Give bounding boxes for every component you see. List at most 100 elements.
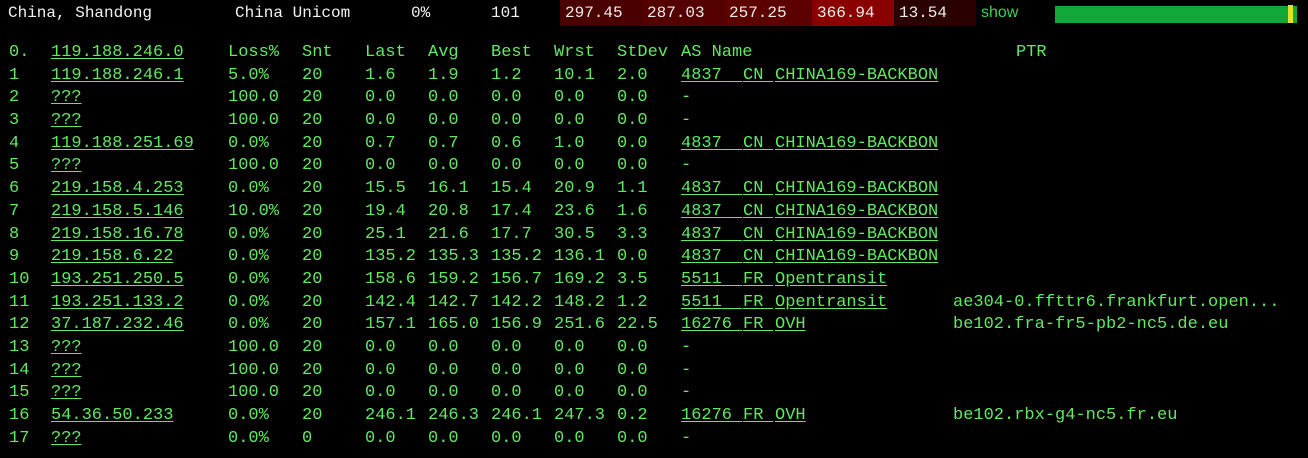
cell-asname[interactable]: CHINA169-BACKBON [775, 246, 938, 269]
cell-host[interactable]: ??? [51, 382, 82, 405]
cell-loss: 0.0% [228, 179, 269, 199]
cell-asname[interactable]: CHINA169-BACKBON [775, 178, 938, 201]
cell-loss: 0.0% [228, 247, 269, 267]
cell-country[interactable]: FR [743, 292, 763, 315]
cell-asname[interactable]: CHINA169-BACKBON [775, 133, 938, 156]
cell-host[interactable]: 193.251.133.2 [51, 292, 184, 315]
cell-avg: 0.0 [428, 111, 459, 131]
cell-asname[interactable]: CHINA169-BACKBON [775, 65, 938, 88]
cell-host[interactable]: 219.158.4.253 [51, 178, 184, 201]
latency-cell-5: 13.54 [894, 0, 976, 26]
cell-asn[interactable]: 4837 [681, 201, 722, 224]
cell-asn[interactable]: 16276 [681, 405, 732, 428]
cell-host[interactable]: 219.158.16.78 [51, 224, 184, 247]
cell-country[interactable]: FR [743, 269, 763, 292]
cell-stdev: 0.0 [617, 111, 648, 131]
cell-loss: 0.0% [228, 292, 269, 312]
header-asname: AS Name [681, 43, 753, 62]
cell-best: 142.2 [491, 292, 543, 312]
cell-country[interactable]: CN [743, 201, 763, 224]
cell-last: 1.6 [365, 65, 396, 85]
cell-host[interactable]: ??? [51, 428, 82, 451]
cell-asname[interactable]: OVH [775, 405, 806, 428]
latency-cell-1: 297.45 [560, 0, 642, 26]
cell-host[interactable]: ??? [51, 110, 82, 133]
table-row: 14??? 100.0 20 0.0 0.0 0.0 0.0 0.0 - [0, 360, 1308, 383]
table-row: 13??? 100.0 20 0.0 0.0 0.0 0.0 0.0 - [0, 337, 1308, 360]
cell-host[interactable]: 37.187.232.46 [51, 314, 184, 337]
latency-cell-4: 366.94 [812, 0, 894, 26]
cell-hop: 7 [9, 201, 20, 221]
cell-host[interactable]: ??? [51, 337, 82, 360]
cell-host[interactable]: 219.158.6.22 [51, 246, 173, 269]
cell-avg: 0.0 [428, 360, 459, 380]
cell-stdev: 0.0 [617, 88, 648, 108]
cell-last: 142.4 [365, 292, 417, 312]
cell-host[interactable]: ??? [51, 87, 82, 110]
cell-asn[interactable]: 4837 [681, 224, 722, 247]
cell-stdev: 0.0 [617, 133, 648, 153]
cell-snt: 20 [302, 337, 323, 357]
cell-asn[interactable]: 4837 [681, 178, 722, 201]
show-button[interactable]: show [981, 0, 1018, 26]
header-host[interactable]: 119.188.246.0 [51, 42, 184, 65]
cell-hop: 17 [9, 428, 30, 448]
as-link-gap [732, 405, 743, 428]
cell-asn[interactable]: 5511 [681, 269, 722, 292]
cell-host[interactable]: 119.188.246.1 [51, 65, 184, 88]
cell-loss: 100.0 [228, 360, 280, 380]
cell-last: 15.5 [365, 179, 406, 199]
cell-best: 0.0 [491, 383, 522, 403]
latency-cell-2: 287.03 [642, 0, 724, 26]
cell-asname[interactable]: CHINA169-BACKBON [775, 224, 938, 247]
cell-asn: - [681, 337, 692, 357]
cell-country[interactable]: FR [743, 405, 763, 428]
cell-asn[interactable]: 4837 [681, 246, 722, 269]
cell-asn: - [681, 383, 692, 403]
cell-avg: 21.6 [428, 224, 469, 244]
cell-avg: 246.3 [428, 406, 480, 425]
cell-host[interactable]: ??? [51, 155, 82, 178]
cell-asname[interactable]: Opentransit [775, 269, 887, 292]
cell-host[interactable]: ??? [51, 360, 82, 383]
cell-country[interactable]: CN [743, 65, 763, 88]
cell-asn[interactable]: 4837 [681, 133, 722, 156]
cell-host[interactable]: 193.251.250.5 [51, 269, 184, 292]
cell-best: 0.0 [491, 111, 522, 131]
cell-last: 157.1 [365, 315, 417, 335]
cell-loss: 100.0 [228, 88, 280, 108]
cell-ptr: ae304-0.ffttr6.frankfurt.open... [953, 292, 1280, 312]
cell-best: 156.9 [491, 315, 543, 335]
cell-wrst: 247.3 [554, 406, 606, 425]
cell-asn[interactable]: 5511 [681, 292, 722, 315]
as-link-gap [722, 292, 743, 315]
cell-host[interactable]: 119.188.251.69 [51, 133, 194, 156]
table-row: 16 54.36.50.233 0.0% 20 246.1 246.3 246.1 247.3… [0, 405, 1308, 428]
cell-last: 0.0 [365, 428, 396, 448]
cell-stdev: 0.0 [617, 360, 648, 380]
cell-stdev: 1.1 [617, 179, 648, 199]
cell-country[interactable]: CN [743, 246, 763, 269]
cell-wrst: 0.0 [554, 88, 585, 108]
cell-avg: 20.8 [428, 201, 469, 221]
cell-snt: 20 [302, 224, 323, 244]
latency-sparkline [1055, 6, 1297, 23]
cell-country[interactable]: CN [743, 224, 763, 247]
cell-loss: 0.0% [228, 315, 269, 335]
latency-cell-3: 257.25 [724, 0, 812, 26]
cell-asn[interactable]: 16276 [681, 314, 732, 337]
cell-asname[interactable]: OVH [775, 314, 806, 337]
cell-asname[interactable]: CHINA169-BACKBON [775, 201, 938, 224]
cell-country[interactable]: CN [743, 178, 763, 201]
cell-stdev: 22.5 [617, 315, 658, 335]
cell-country[interactable]: CN [743, 133, 763, 156]
cell-asname[interactable]: Opentransit [775, 292, 887, 315]
header-wrst: Wrst [554, 43, 595, 62]
cell-host[interactable]: 219.158.5.146 [51, 201, 184, 224]
cell-country[interactable]: FR [743, 314, 763, 337]
cell-avg: 142.7 [428, 292, 480, 312]
cell-stdev: 0.0 [617, 337, 648, 357]
cell-avg: 0.0 [428, 337, 459, 357]
cell-host[interactable]: 54.36.50.233 [51, 405, 173, 428]
cell-asn[interactable]: 4837 [681, 65, 722, 88]
